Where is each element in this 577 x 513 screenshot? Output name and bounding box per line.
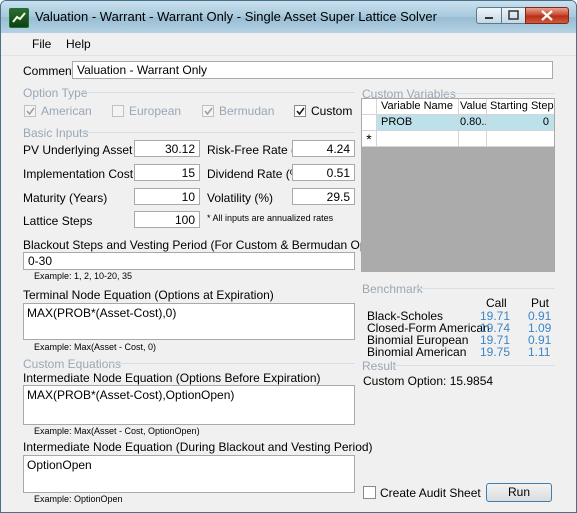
dividend-label: Dividend Rate (%) [207, 167, 305, 181]
american-checkbox[interactable] [24, 105, 36, 117]
minimize-button[interactable] [476, 7, 502, 24]
volatility-label: Volatility (%) [207, 191, 274, 205]
implementation-cost-input[interactable]: 15 [134, 164, 200, 181]
terminal-equation-input[interactable]: MAX(PROB*(Asset-Cost),0) [23, 303, 355, 340]
basic-inputs-header: Basic Inputs [23, 126, 89, 140]
custom-checkbox[interactable] [294, 105, 306, 117]
european-label: European [129, 104, 182, 118]
grid-header-name[interactable]: Variable Name [377, 99, 459, 115]
title-bar: Valuation - Warrant - Warrant Only - Sin… [1, 1, 576, 33]
benchmark-put-value: 1.11 [528, 345, 551, 359]
new-row-marker[interactable]: * [362, 131, 377, 147]
result-divider [393, 365, 555, 366]
bermudan-label: Bermudan [219, 104, 275, 118]
custom-label: Custom [311, 104, 353, 118]
custom-variables-divider [442, 93, 555, 94]
comment-input[interactable]: Valuation - Warrant Only [72, 61, 553, 79]
result-text: Custom Option: 15.9854 [363, 374, 494, 388]
pv-underlying-label: PV Underlying Asset ($) [23, 143, 151, 157]
menu-help[interactable]: Help [66, 37, 91, 51]
solver-window: Valuation - Warrant - Warrant Only - Sin… [0, 0, 577, 513]
terminal-example: Example: Max(Asset - Cost, 0) [34, 342, 157, 352]
option-type-header: Option Type [23, 86, 88, 100]
benchmark-divider [415, 288, 555, 289]
volatility-input[interactable]: 29.5 [292, 188, 355, 205]
close-button[interactable] [525, 7, 569, 24]
dividend-input[interactable]: 0.51 [292, 164, 355, 181]
annualized-note: * All inputs are annualized rates [207, 213, 334, 223]
blackout-equation-example: Example: OptionOpen [34, 494, 123, 504]
maturity-label: Maturity (Years) [23, 191, 108, 205]
pv-underlying-input[interactable]: 30.12 [134, 140, 200, 157]
bermudan-checkbox[interactable] [202, 105, 214, 117]
basic-inputs-divider [81, 132, 355, 133]
put-header: Put [531, 296, 550, 310]
close-icon [541, 10, 553, 21]
call-header: Call [486, 296, 507, 310]
grid-header-step[interactable]: Starting Step [487, 99, 554, 115]
custom-variables-grid[interactable]: Variable Name Value Starting Step PROB 0… [361, 98, 555, 272]
variable-step-cell[interactable]: 0 [487, 115, 554, 131]
menu-bar: File Help [1, 33, 576, 56]
custom-equations-header: Custom Equations [23, 357, 122, 371]
new-row-step-cell[interactable] [487, 131, 554, 147]
variable-name-cell[interactable]: PROB [377, 115, 459, 131]
result-header: Result [362, 359, 397, 373]
minimize-icon [485, 17, 493, 19]
app-icon [9, 8, 29, 28]
benchmark-row-name: Binomial American [367, 345, 467, 359]
audit-label: Create Audit Sheet [380, 486, 481, 500]
lattice-steps-label: Lattice Steps [23, 214, 93, 228]
blackout-label: Blackout Steps and Vesting Period (For C… [23, 238, 390, 252]
variable-value-cell[interactable]: 0.80... [459, 115, 487, 131]
audit-checkbox[interactable] [363, 486, 376, 499]
new-row-name-cell[interactable] [377, 131, 459, 147]
blackout-equation-label: Intermediate Node Equation (During Black… [23, 440, 373, 454]
maximize-icon [508, 10, 519, 20]
blackout-example: Example: 1, 2, 10-20, 35 [34, 271, 133, 281]
implementation-cost-label: Implementation Cost ($) [23, 167, 152, 181]
american-label: American [41, 104, 92, 118]
window-title: Valuation - Warrant - Warrant Only - Sin… [35, 9, 437, 24]
intermediate-example: Example: Max(Asset - Cost, OptionOpen) [34, 426, 200, 436]
option-type-divider [81, 92, 355, 93]
row-selector[interactable] [362, 115, 377, 131]
grid-corner [362, 99, 377, 115]
comment-label: Comment [23, 64, 76, 78]
blackout-equation-input[interactable]: OptionOpen [23, 455, 355, 493]
risk-free-input[interactable]: 4.24 [292, 140, 355, 157]
european-checkbox[interactable] [112, 105, 124, 117]
terminal-equation-label: Terminal Node Equation (Options at Expir… [23, 288, 274, 302]
custom-equations-divider [106, 363, 355, 364]
grid-header-value[interactable]: Value [459, 99, 487, 115]
lattice-steps-input[interactable]: 100 [134, 211, 200, 228]
intermediate-equation-input[interactable]: MAX(PROB*(Asset-Cost),OptionOpen) [23, 385, 355, 425]
menu-file[interactable]: File [32, 37, 51, 51]
maximize-button[interactable] [501, 7, 526, 24]
benchmark-header: Benchmark [362, 282, 423, 296]
new-row-value-cell[interactable] [459, 131, 487, 147]
benchmark-call-value: 19.75 [480, 345, 511, 359]
blackout-input[interactable]: 0-30 [23, 252, 355, 270]
intermediate-equation-label: Intermediate Node Equation (Options Befo… [23, 371, 321, 385]
maturity-input[interactable]: 10 [134, 188, 200, 205]
run-button[interactable]: Run [486, 483, 552, 502]
